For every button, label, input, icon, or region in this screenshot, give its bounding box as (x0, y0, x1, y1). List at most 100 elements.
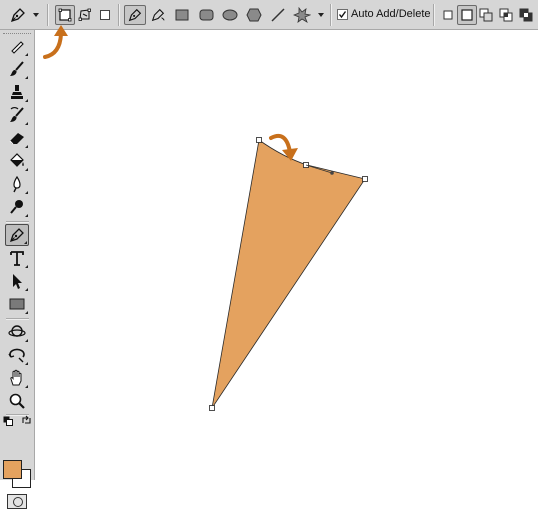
custom-shape-icon (293, 7, 311, 23)
exclude-overlap-icon (519, 8, 533, 22)
paths-icon (78, 8, 91, 21)
type-tool[interactable] (5, 247, 29, 269)
rectangle-icon (175, 9, 189, 21)
ellipse-icon (222, 9, 238, 21)
history-brush-icon (10, 107, 24, 122)
path-selection-icon (13, 274, 22, 289)
polygon-icon (246, 8, 262, 22)
subtract-from-area-icon (479, 8, 493, 22)
polygon-tool-option[interactable] (244, 5, 264, 25)
separator (6, 318, 29, 320)
pen-tool-option[interactable] (124, 5, 146, 25)
flyout-indicator (25, 76, 28, 79)
pen-icon (10, 8, 25, 23)
flyout-indicator (25, 311, 28, 314)
dodge-tool[interactable] (5, 196, 29, 218)
eraser-icon (9, 133, 24, 145)
separator (330, 4, 332, 26)
tool-preset-picker[interactable] (6, 5, 30, 25)
default-colors-icon[interactable] (3, 416, 13, 426)
combine-icon (461, 9, 473, 21)
anchor-point[interactable] (362, 176, 368, 182)
anchor-point[interactable] (209, 405, 215, 411)
paths-mode-button[interactable] (75, 5, 95, 25)
anchor-point[interactable] (256, 137, 262, 143)
pen-icon (128, 8, 142, 22)
spot-healing-brush-tool[interactable] (5, 35, 29, 57)
rounded-rectangle-icon (199, 9, 213, 21)
zoom-tool[interactable] (5, 390, 29, 412)
flyout-indicator (25, 385, 28, 388)
freeform-pen-icon (151, 8, 165, 22)
document-canvas[interactable] (36, 31, 538, 480)
line-icon (271, 8, 285, 22)
rectangle-icon (9, 298, 25, 310)
blur-icon (13, 175, 21, 193)
flyout-indicator (25, 362, 28, 365)
intersect-areas-icon (499, 8, 513, 22)
flyout-indicator (24, 241, 27, 244)
history-brush-tool[interactable] (5, 104, 29, 126)
flyout-indicator (25, 265, 28, 268)
flyout-indicator (25, 53, 28, 56)
path-selection-tool[interactable] (5, 270, 29, 292)
rounded-rectangle-tool-option[interactable] (196, 5, 216, 25)
brush-tool[interactable] (5, 58, 29, 80)
clone-stamp-icon (11, 85, 23, 99)
canvas-artwork (209, 137, 368, 411)
flyout-indicator (25, 122, 28, 125)
chevron-down-icon[interactable] (33, 13, 39, 17)
separator (118, 4, 120, 26)
type-icon (10, 251, 24, 266)
checkmark-icon (338, 11, 347, 19)
orange-triangle-shape[interactable] (211, 139, 366, 409)
quick-mask-button[interactable] (7, 494, 27, 509)
flyout-indicator (25, 339, 28, 342)
tools-panel (0, 30, 35, 509)
3d-orbit-tool[interactable] (5, 344, 29, 366)
brush-icon (10, 61, 24, 76)
flyout-indicator (25, 191, 28, 194)
foreground-color-swatch[interactable] (3, 460, 22, 479)
separator (433, 4, 435, 26)
annotation-arrow (269, 133, 298, 161)
add-to-area-button[interactable] (438, 5, 458, 25)
3d-rotate-tool[interactable] (5, 321, 29, 343)
flyout-indicator (25, 99, 28, 102)
chevron-down-icon[interactable] (318, 13, 324, 17)
paint-bucket-tool[interactable] (5, 150, 29, 172)
fill-pixels-mode-button[interactable] (95, 5, 115, 25)
hand-icon (10, 369, 22, 386)
direction-handle[interactable] (330, 171, 334, 175)
auto-add-delete-label: Auto Add/Delete (351, 8, 431, 20)
auto-add-delete-checkbox[interactable] (337, 9, 348, 20)
combine-paths-button[interactable] (457, 5, 477, 25)
fill-pixels-icon (100, 10, 110, 20)
hand-tool[interactable] (5, 367, 29, 389)
separator (6, 221, 29, 223)
custom-shape-tool-option[interactable] (292, 5, 312, 25)
rectangle-tool[interactable] (5, 293, 29, 315)
clone-stamp-tool[interactable] (5, 81, 29, 103)
spot-healing-brush-icon (11, 41, 24, 54)
3d-rotate-icon (8, 325, 26, 337)
line-tool-option[interactable] (268, 5, 288, 25)
ellipse-tool-option[interactable] (220, 5, 240, 25)
subtract-from-area-button[interactable] (476, 5, 496, 25)
blur-tool[interactable] (5, 173, 29, 195)
rectangle-tool-option[interactable] (172, 5, 192, 25)
3d-orbit-icon (8, 348, 25, 363)
pen-tool[interactable] (5, 224, 29, 246)
flyout-indicator (25, 288, 28, 291)
dodge-icon (10, 200, 23, 214)
eraser-tool[interactable] (5, 127, 29, 149)
exclude-overlap-button[interactable] (516, 5, 536, 25)
flyout-indicator (25, 145, 28, 148)
options-bar: Auto Add/Delete (0, 0, 538, 30)
paint-bucket-icon (10, 153, 24, 167)
annotation-arrow (43, 25, 68, 59)
intersect-areas-button[interactable] (496, 5, 516, 25)
freeform-pen-tool-option[interactable] (148, 5, 168, 25)
swap-colors-icon[interactable] (21, 415, 32, 426)
flyout-indicator (25, 214, 28, 217)
